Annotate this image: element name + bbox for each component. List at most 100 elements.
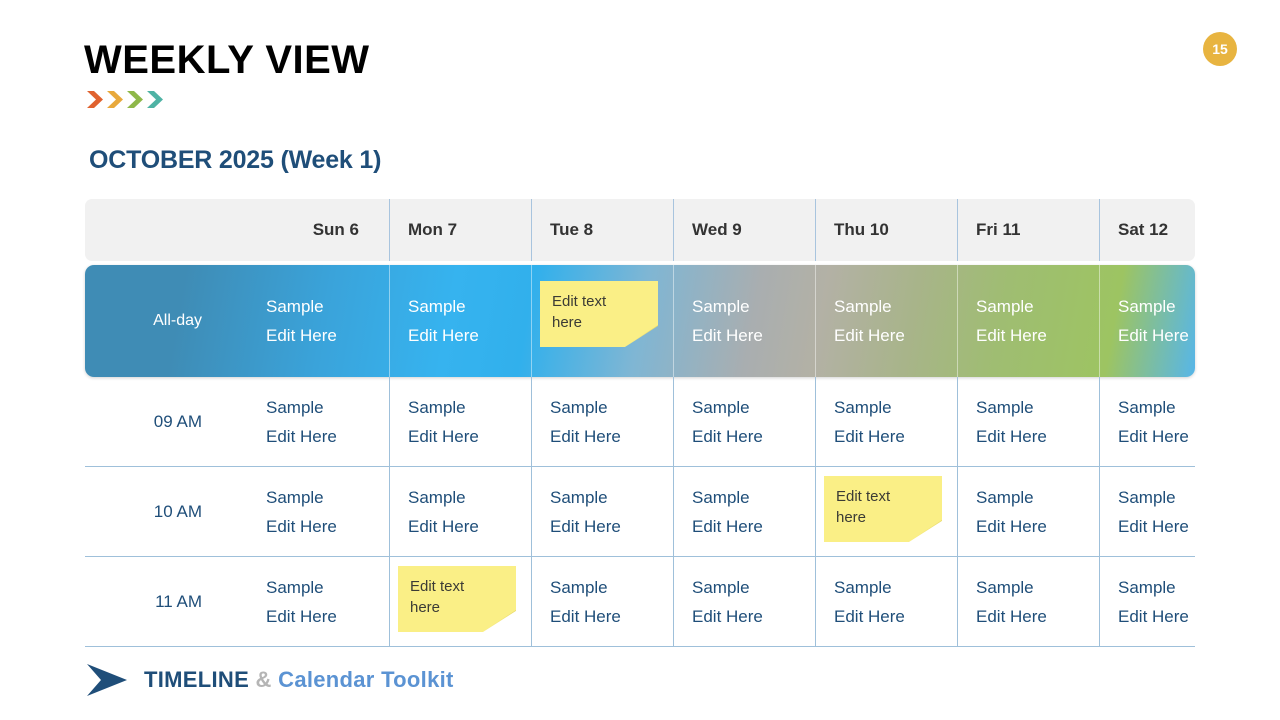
- calendar-cell-11am-thu[interactable]: Sample Edit Here: [816, 557, 958, 646]
- calendar-header-row: Sun 6 Mon 7 Tue 8 Wed 9 Thu 10 Fri 11 Sa…: [85, 199, 1195, 261]
- calendar-cell-allday-sat[interactable]: Sample Edit Here: [1100, 265, 1221, 377]
- event-line-1: Sample: [266, 577, 324, 597]
- calendar-cell-09am-sun[interactable]: Sample Edit Here: [248, 377, 390, 466]
- event-line-1: Sample: [692, 397, 750, 417]
- event-line-1: Sample: [834, 397, 892, 417]
- event-line-2: Edit Here: [976, 606, 1047, 626]
- calendar-cell-09am-mon[interactable]: Sample Edit Here: [390, 377, 532, 466]
- day-header-mon[interactable]: Mon 7: [390, 199, 532, 261]
- sticky-note-line-1: Edit text: [836, 488, 891, 505]
- event-line-2: Edit Here: [408, 326, 479, 345]
- time-label-text: 11 AM: [155, 591, 202, 611]
- event-line-2: Edit Here: [692, 326, 763, 345]
- event-line-2: Edit Here: [834, 606, 905, 626]
- time-label-text: 09 AM: [153, 411, 202, 431]
- sticky-note-line-1: Edit text: [552, 293, 607, 310]
- footer-branding: TIMELINE & Calendar Toolkit: [84, 660, 454, 700]
- event-line-1: Sample: [266, 297, 324, 316]
- calendar-cell-09am-fri[interactable]: Sample Edit Here: [958, 377, 1100, 466]
- calendar-cell-allday-thu[interactable]: Sample Edit Here: [816, 265, 958, 377]
- event-line-1: Sample: [1118, 577, 1176, 597]
- time-label-text: 10 AM: [153, 501, 202, 521]
- event-line-1: Sample: [692, 577, 750, 597]
- sticky-note[interactable]: Edit text here: [398, 566, 516, 632]
- row-time-label-11am: 11 AM: [85, 557, 248, 646]
- row-time-label-allday: All-day: [153, 312, 202, 329]
- event-line-2: Edit Here: [1118, 326, 1189, 345]
- event-line-1: Sample: [1118, 297, 1176, 316]
- sticky-note-line-1: Edit text: [410, 578, 465, 595]
- event-line-1: Sample: [976, 397, 1034, 417]
- event-line-2: Edit Here: [266, 606, 337, 626]
- sticky-note[interactable]: Edit text here: [824, 476, 942, 542]
- event-line-2: Edit Here: [408, 516, 479, 536]
- event-line-1: Sample: [692, 487, 750, 507]
- calendar-cell-09am-wed[interactable]: Sample Edit Here: [674, 377, 816, 466]
- sticky-note-line-2: here: [836, 509, 867, 526]
- event-line-1: Sample: [976, 487, 1034, 507]
- footer-text: TIMELINE & Calendar Toolkit: [144, 667, 454, 693]
- calendar-cell-11am-mon[interactable]: Edit text here: [390, 557, 532, 646]
- calendar-month-heading: OCTOBER 2025 (Week 1): [89, 146, 382, 174]
- calendar-cell-allday-tue[interactable]: Edit text here: [532, 265, 674, 377]
- event-line-2: Edit Here: [266, 426, 337, 446]
- event-line-2: Edit Here: [1118, 516, 1189, 536]
- event-line-2: Edit Here: [976, 516, 1047, 536]
- event-line-1: Sample: [976, 297, 1034, 316]
- calendar-cell-10am-sat[interactable]: Sample Edit Here: [1100, 467, 1221, 556]
- day-header-fri[interactable]: Fri 11: [958, 199, 1100, 261]
- calendar-cell-10am-mon[interactable]: Sample Edit Here: [390, 467, 532, 556]
- day-header-wed[interactable]: Wed 9: [674, 199, 816, 261]
- calendar-cell-allday-mon[interactable]: Sample Edit Here: [390, 265, 532, 377]
- event-line-2: Edit Here: [266, 516, 337, 536]
- day-header-thu[interactable]: Thu 10: [816, 199, 958, 261]
- calendar-cell-11am-tue[interactable]: Sample Edit Here: [532, 557, 674, 646]
- calendar-cell-allday-fri[interactable]: Sample Edit Here: [958, 265, 1100, 377]
- chevron-decoration: [86, 90, 164, 109]
- event-line-2: Edit Here: [834, 426, 905, 446]
- chevron-right-icon: [127, 91, 143, 108]
- calendar-cell-10am-tue[interactable]: Sample Edit Here: [532, 467, 674, 556]
- event-line-1: Sample: [834, 297, 892, 316]
- day-header-sat[interactable]: Sat 12: [1100, 199, 1221, 261]
- calendar-cell-11am-sun[interactable]: Sample Edit Here: [248, 557, 390, 646]
- event-line-1: Sample: [266, 487, 324, 507]
- event-line-1: Sample: [550, 577, 608, 597]
- event-line-2: Edit Here: [550, 606, 621, 626]
- event-line-2: Edit Here: [1118, 426, 1189, 446]
- calendar-cell-10am-wed[interactable]: Sample Edit Here: [674, 467, 816, 556]
- event-line-1: Sample: [266, 397, 324, 417]
- calendar-cell-09am-tue[interactable]: Sample Edit Here: [532, 377, 674, 466]
- event-line-2: Edit Here: [692, 516, 763, 536]
- footer-suffix: Calendar Toolkit: [278, 667, 454, 692]
- event-line-1: Sample: [550, 397, 608, 417]
- calendar-cell-allday-sun[interactable]: Sample Edit Here: [248, 265, 390, 377]
- chevron-right-icon: [107, 91, 123, 108]
- calendar-cell-11am-wed[interactable]: Sample Edit Here: [674, 557, 816, 646]
- event-line-1: Sample: [834, 577, 892, 597]
- event-line-1: Sample: [408, 397, 466, 417]
- event-line-2: Edit Here: [692, 606, 763, 626]
- slide-canvas: WEEKLY VIEW 15 OCTOBER 2025 (Week 1) Sun…: [0, 0, 1280, 720]
- row-time-label-10am: 10 AM: [85, 467, 248, 556]
- sticky-note-line-2: here: [410, 599, 441, 616]
- sticky-note[interactable]: Edit text here: [540, 281, 658, 347]
- calendar-cell-10am-thu[interactable]: Edit text here: [816, 467, 958, 556]
- event-line-1: Sample: [976, 577, 1034, 597]
- day-header-sun[interactable]: Sun 6: [248, 199, 390, 261]
- day-header-tue[interactable]: Tue 8: [532, 199, 674, 261]
- page-title: WEEKLY VIEW: [84, 38, 370, 82]
- calendar-cell-10am-fri[interactable]: Sample Edit Here: [958, 467, 1100, 556]
- calendar-cell-11am-sat[interactable]: Sample Edit Here: [1100, 557, 1221, 646]
- event-line-2: Edit Here: [834, 326, 905, 345]
- event-line-2: Edit Here: [266, 326, 337, 345]
- calendar-cell-09am-thu[interactable]: Sample Edit Here: [816, 377, 958, 466]
- event-line-2: Edit Here: [550, 426, 621, 446]
- calendar-cell-allday-wed[interactable]: Sample Edit Here: [674, 265, 816, 377]
- weekly-calendar: Sun 6 Mon 7 Tue 8 Wed 9 Thu 10 Fri 11 Sa…: [85, 199, 1195, 647]
- calendar-cell-11am-fri[interactable]: Sample Edit Here: [958, 557, 1100, 646]
- calendar-cell-10am-sun[interactable]: Sample Edit Here: [248, 467, 390, 556]
- event-line-2: Edit Here: [976, 326, 1047, 345]
- calendar-cell-09am-sat[interactable]: Sample Edit Here: [1100, 377, 1221, 466]
- chevron-right-icon: [87, 91, 103, 108]
